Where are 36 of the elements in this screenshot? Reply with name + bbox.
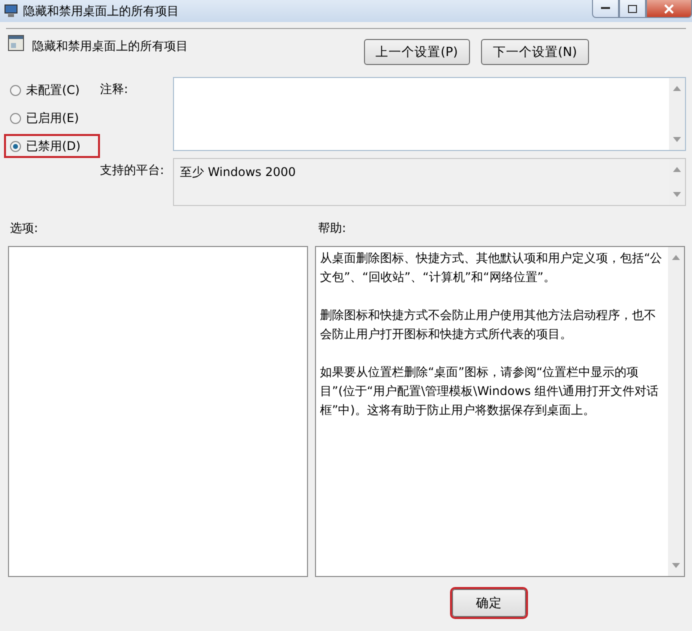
up-arrow-icon[interactable] — [672, 255, 680, 260]
minimize-icon — [601, 7, 610, 10]
window-title: 隐藏和禁用桌面上的所有项目 — [23, 2, 179, 20]
options-label: 选项: — [9, 220, 40, 237]
maximize-button[interactable] — [619, 0, 646, 18]
radio-button[interactable] — [10, 112, 21, 124]
comment-field[interactable] — [173, 77, 686, 151]
up-arrow-icon[interactable] — [673, 167, 681, 172]
down-arrow-icon[interactable] — [673, 137, 681, 142]
minimize-button[interactable] — [592, 0, 619, 18]
close-icon — [664, 4, 674, 14]
help-label: 帮助: — [318, 220, 346, 237]
policy-title: 隐藏和禁用桌面上的所有项目 — [32, 38, 188, 55]
down-arrow-icon[interactable] — [673, 192, 681, 197]
scrollbar[interactable] — [669, 78, 685, 150]
ok-button[interactable]: 确定 — [452, 589, 526, 617]
radio-option[interactable]: 未配置(C) — [4, 78, 100, 102]
help-paragraph: 从桌面删除图标、快捷方式、其他默认项和用户定义项，包括“公文包”、“回收站”、“计算机”和“网络位置”。 — [320, 250, 664, 286]
scrollbar[interactable] — [668, 247, 684, 576]
comment-label: 注释: — [100, 81, 130, 98]
nav-button[interactable]: 下一个设置(N) — [480, 39, 589, 65]
radio-button[interactable] — [10, 140, 21, 152]
platform-label: 支持的平台: — [100, 162, 166, 179]
close-button[interactable] — [646, 0, 692, 18]
maximize-icon — [628, 4, 637, 12]
up-arrow-icon[interactable] — [673, 86, 681, 91]
radio-button[interactable] — [10, 84, 21, 96]
nav-button[interactable]: 上一个设置(P) — [364, 39, 470, 65]
down-arrow-icon[interactable] — [672, 563, 680, 568]
help-paragraph: 删除图标和快捷方式不会防止用户使用其他方法启动程序，也不会防止用户打开图标和快捷方式所代表的项目。 — [320, 307, 657, 343]
policy-icon — [8, 35, 24, 51]
radio-option[interactable]: 已禁用(D) — [4, 134, 100, 158]
platform-value: 至少 Windows 2000 — [179, 164, 297, 181]
radio-option[interactable]: 已启用(E) — [4, 106, 100, 130]
computer-icon — [4, 4, 18, 18]
help-paragraph: 如果要从位置栏删除“桌面”图标，请参阅“位置栏中显示的项目”(位于“用户配置\管理模板\Windows 组件\通用打开文件对话框”中)。这将有助于防止用户将数据保存到桌面上。 — [320, 364, 660, 419]
